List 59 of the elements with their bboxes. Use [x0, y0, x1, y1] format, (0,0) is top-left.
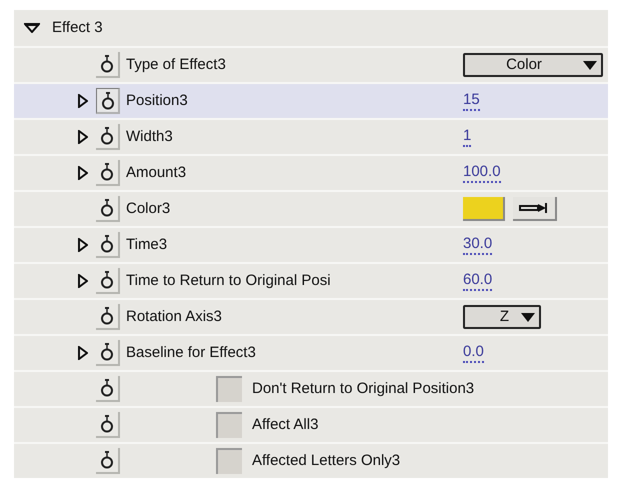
- property-label: Position3: [126, 90, 189, 111]
- expand-arrow-icon[interactable]: [78, 346, 88, 360]
- checkbox[interactable]: [216, 448, 242, 474]
- stopwatch-icon[interactable]: [96, 412, 120, 438]
- group-header[interactable]: Effect 3: [14, 10, 608, 46]
- expand-arrow-icon[interactable]: [78, 94, 88, 108]
- property-row[interactable]: Don't Return to Original Position3: [14, 370, 608, 406]
- color-swatch[interactable]: [463, 197, 505, 221]
- property-row[interactable]: Affected Letters Only3: [14, 442, 608, 478]
- value-field[interactable]: 1: [463, 127, 472, 147]
- property-label: Amount3: [126, 162, 188, 183]
- property-label: Rotation Axis3: [126, 306, 223, 327]
- property-label: Baseline for Effect3: [126, 342, 257, 363]
- stopwatch-icon[interactable]: [96, 88, 120, 114]
- property-label: Color3: [126, 198, 172, 219]
- value-field[interactable]: 30.0: [463, 235, 492, 255]
- stopwatch-icon[interactable]: [96, 268, 120, 294]
- value-field[interactable]: 60.0: [463, 271, 492, 291]
- property-row[interactable]: Time to Return to Original Posi 60.0: [14, 262, 608, 298]
- caret-icon: [583, 60, 597, 70]
- collapse-arrow-icon[interactable]: [24, 23, 40, 33]
- property-row[interactable]: Affect All3: [14, 406, 608, 442]
- group-title: Effect 3: [52, 18, 103, 38]
- stopwatch-icon[interactable]: [96, 124, 120, 150]
- stopwatch-icon[interactable]: [96, 160, 120, 186]
- stopwatch-icon[interactable]: [96, 376, 120, 402]
- value-field[interactable]: 100.0: [463, 163, 501, 183]
- property-label: Type of Effect3: [126, 54, 227, 75]
- checkbox-label: Affected Letters Only3: [252, 450, 400, 471]
- expand-arrow-icon[interactable]: [78, 238, 88, 252]
- checkbox-label: Don't Return to Original Position3: [252, 378, 474, 399]
- stopwatch-icon[interactable]: [96, 304, 120, 330]
- property-label: Time to Return to Original Posi: [126, 270, 332, 291]
- property-row[interactable]: Color3: [14, 190, 608, 226]
- stopwatch-icon[interactable]: [96, 340, 120, 366]
- property-row[interactable]: Time3 30.0: [14, 226, 608, 262]
- dropdown[interactable]: Z: [463, 305, 541, 329]
- property-row[interactable]: Rotation Axis3 Z: [14, 298, 608, 334]
- value-field[interactable]: 15: [463, 91, 480, 111]
- checkbox[interactable]: [216, 412, 242, 438]
- stopwatch-icon[interactable]: [96, 196, 120, 222]
- property-row[interactable]: Amount3 100.0: [14, 154, 608, 190]
- property-row[interactable]: Position3 15: [14, 82, 608, 118]
- stopwatch-icon[interactable]: [96, 232, 120, 258]
- stopwatch-icon[interactable]: [96, 52, 120, 78]
- expand-arrow-icon[interactable]: [78, 166, 88, 180]
- property-row[interactable]: Width3 1: [14, 118, 608, 154]
- checkbox-label: Affect All3: [252, 414, 318, 435]
- dropdown[interactable]: Color: [463, 53, 603, 77]
- expand-arrow-icon[interactable]: [78, 130, 88, 144]
- property-label: Time3: [126, 234, 168, 255]
- checkbox[interactable]: [216, 376, 242, 402]
- eyedropper-button[interactable]: [513, 197, 557, 221]
- caret-icon: [521, 312, 535, 322]
- stopwatch-icon[interactable]: [96, 448, 120, 474]
- value-field[interactable]: 0.0: [463, 343, 484, 363]
- expand-arrow-icon[interactable]: [78, 274, 88, 288]
- property-label: Width3: [126, 126, 174, 147]
- property-row[interactable]: Baseline for Effect3 0.0: [14, 334, 608, 370]
